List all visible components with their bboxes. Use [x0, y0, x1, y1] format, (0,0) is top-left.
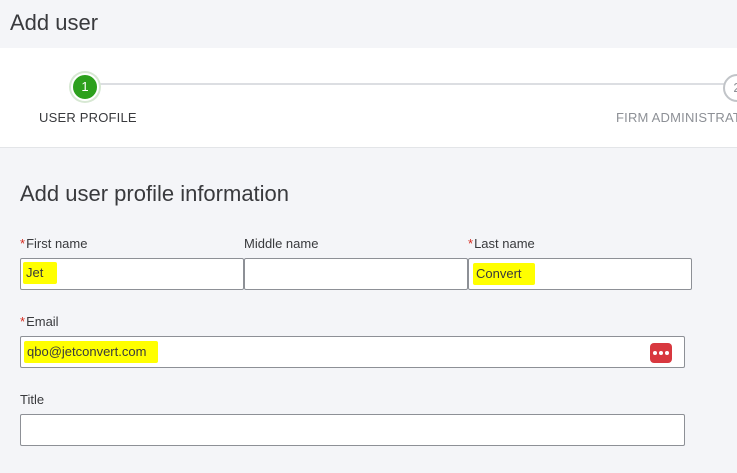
step-1-indicator[interactable]: 1 — [71, 73, 99, 101]
password-manager-icon[interactable] — [650, 343, 672, 363]
email-field[interactable]: qbo@jetconvert.com — [20, 336, 685, 368]
title-field[interactable] — [20, 414, 685, 446]
title-label: Title — [20, 392, 45, 407]
first-name-label: *First name — [20, 236, 88, 251]
email-label: *Email — [20, 314, 59, 329]
last-name-label: *Last name — [468, 236, 535, 251]
step-2-indicator[interactable]: 2 — [723, 74, 737, 102]
page-title: Add user — [10, 10, 99, 35]
required-marker: * — [20, 314, 26, 329]
last-name-value: Convert — [473, 263, 535, 285]
progress-stepper: 1 2 USER PROFILE FIRM ADMINISTRATOR — [0, 48, 737, 148]
first-name-value: Jet — [23, 262, 57, 284]
middle-name-field[interactable] — [244, 258, 468, 290]
email-value: qbo@jetconvert.com — [24, 341, 158, 363]
required-marker: * — [468, 236, 474, 251]
stepper-line — [86, 83, 737, 85]
section-title: Add user profile information — [20, 181, 290, 206]
middle-name-label: Middle name — [244, 236, 319, 251]
first-name-field[interactable]: Jet — [20, 258, 244, 290]
step-1-label: USER PROFILE — [39, 110, 137, 125]
last-name-field[interactable]: Convert — [468, 258, 692, 290]
required-marker: * — [20, 236, 26, 251]
page-header: Add user — [0, 0, 737, 48]
user-profile-form: Add user profile information *First name… — [0, 149, 737, 473]
step-2-label: FIRM ADMINISTRATOR — [616, 110, 737, 125]
